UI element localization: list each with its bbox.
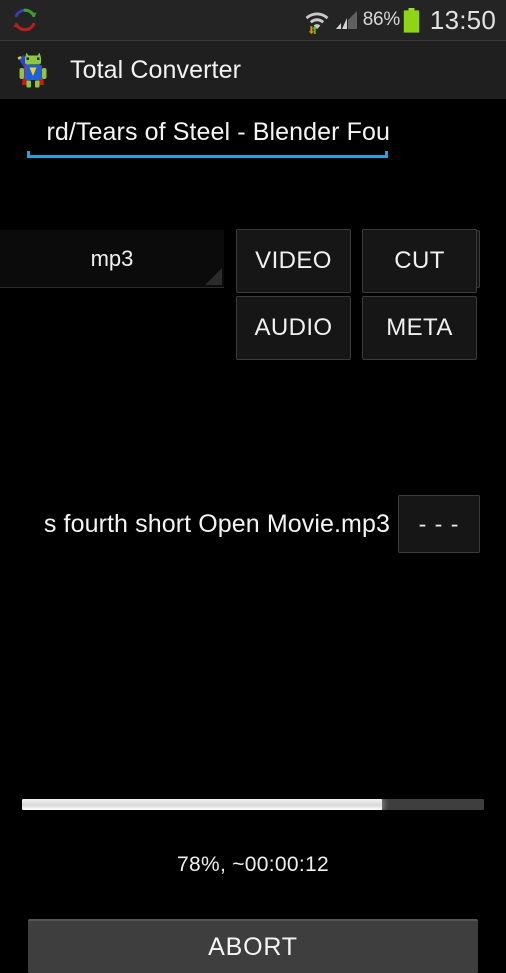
target-file-input[interactable]: s fourth short Open Movie.mp3 (10, 495, 390, 553)
target-browse-button[interactable]: - - - (398, 495, 480, 553)
source-file-input[interactable]: rd/Tears of Steel - Blender Fou (18, 101, 390, 163)
sync-circle-icon (12, 7, 38, 33)
main-content: rd/Tears of Steel - Blender Fou - - - mp… (0, 101, 506, 973)
cellular-signal-icon (334, 8, 363, 32)
target-file-value: s fourth short Open Movie.mp3 (43, 509, 390, 538)
status-bar-right: 86% 13:50 (304, 5, 506, 36)
conversion-progress-bar (22, 799, 484, 810)
total-converter-app-icon (0, 51, 52, 89)
conversion-progress-fill (22, 799, 383, 810)
action-bar: Total Converter (0, 41, 506, 99)
app-title: Total Converter (70, 55, 242, 84)
abort-button[interactable]: ABORT (28, 919, 478, 973)
meta-button[interactable]: META (362, 296, 477, 360)
wifi-data-transfer-icon (304, 6, 334, 34)
output-format-spinner[interactable]: mp3 (0, 230, 224, 288)
cut-button[interactable]: CUT (362, 229, 477, 293)
video-button[interactable]: VIDEO (236, 229, 351, 293)
progress-status-label: 78%, ~00:00:12 (177, 853, 329, 876)
status-bar-clock: 13:50 (429, 4, 496, 35)
audio-button[interactable]: AUDIO (236, 296, 351, 360)
source-file-value: rd/Tears of Steel - Blender Fou (46, 117, 390, 146)
battery-full-icon (403, 7, 430, 33)
battery-percent-label: 86% (362, 9, 400, 30)
source-input-underline (27, 151, 388, 158)
spinner-dropdown-icon (205, 268, 222, 285)
status-bar-left (0, 7, 38, 33)
status-bar: 86% 13:50 (0, 0, 506, 40)
output-format-value: mp3 (90, 245, 134, 271)
